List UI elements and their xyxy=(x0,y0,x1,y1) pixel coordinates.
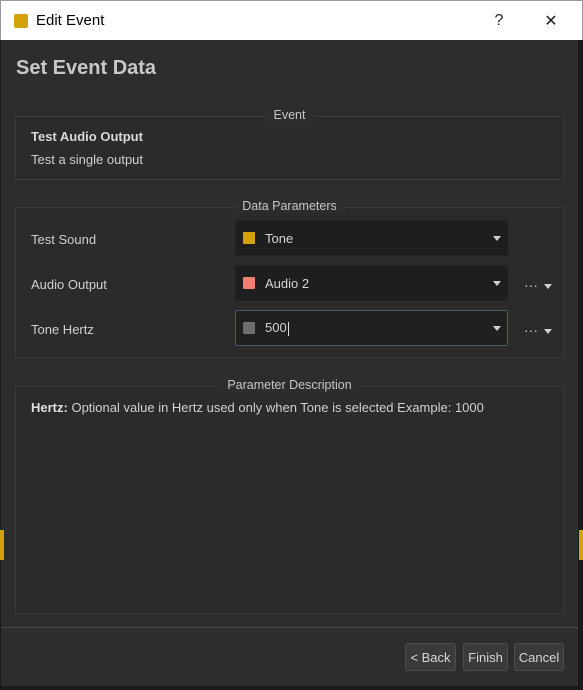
chevron-down-icon xyxy=(544,284,552,289)
chevron-down-icon xyxy=(493,280,501,286)
chevron-down-icon xyxy=(493,325,501,331)
event-description: Test a single output xyxy=(31,152,144,167)
background-window-edge xyxy=(0,530,4,560)
data-parameters-group: Data Parameters Test Sound Tone Audio Ou… xyxy=(15,199,564,358)
parameter-description-group: Parameter Description Hertz: Optional va… xyxy=(15,378,564,614)
audio-color-swatch xyxy=(243,277,255,289)
window-title: Edit Event xyxy=(36,12,105,29)
hertz-color-swatch xyxy=(243,322,255,334)
event-name: Test Audio Output xyxy=(31,129,143,144)
audio-output-value: Audio 2 xyxy=(265,275,310,291)
parameter-description-title: Parameter Description xyxy=(219,378,360,392)
chevron-down-icon xyxy=(544,329,552,334)
text-cursor xyxy=(287,321,289,336)
event-group: Event Test Audio Output Test a single ou… xyxy=(15,108,564,180)
background-window-edge xyxy=(579,530,583,560)
audio-output-label: Audio Output xyxy=(31,277,107,292)
title-bar: Edit Event ? ✕ xyxy=(0,0,583,40)
back-button[interactable]: < Back xyxy=(405,643,456,671)
tone-hertz-value: 500 xyxy=(265,320,287,336)
help-button[interactable]: ? xyxy=(473,1,525,41)
app-icon xyxy=(14,13,28,28)
cancel-button[interactable]: Cancel xyxy=(514,643,564,671)
chevron-down-icon xyxy=(493,235,501,241)
ellipsis-icon: ··· xyxy=(524,322,538,338)
tone-hertz-more-button[interactable]: ··· xyxy=(524,320,554,340)
footer-divider xyxy=(1,627,578,628)
page-title: Set Event Data xyxy=(16,57,157,79)
parameter-help: Optional value in Hertz used only when T… xyxy=(71,400,484,415)
finish-button[interactable]: Finish xyxy=(463,643,508,671)
event-group-title: Event xyxy=(265,108,314,122)
test-sound-value: Tone xyxy=(265,230,294,246)
test-sound-label: Test Sound xyxy=(31,232,97,247)
audio-output-more-button[interactable]: ··· xyxy=(524,275,554,295)
parameter-name: Hertz: xyxy=(31,400,68,415)
test-sound-select[interactable]: Tone xyxy=(235,220,508,256)
tone-color-swatch xyxy=(243,232,255,244)
tone-hertz-input[interactable]: 500 xyxy=(235,310,508,346)
audio-output-select[interactable]: Audio 2 xyxy=(235,265,508,301)
dialog-body: Set Event Data Event Test Audio Output T… xyxy=(1,40,582,686)
data-parameters-title: Data Parameters xyxy=(234,199,345,213)
ellipsis-icon: ··· xyxy=(524,277,538,293)
parameter-description-text: Hertz: Optional value in Hertz used only… xyxy=(31,400,484,415)
close-button[interactable]: ✕ xyxy=(525,1,577,41)
tone-hertz-label: Tone Hertz xyxy=(31,322,94,337)
